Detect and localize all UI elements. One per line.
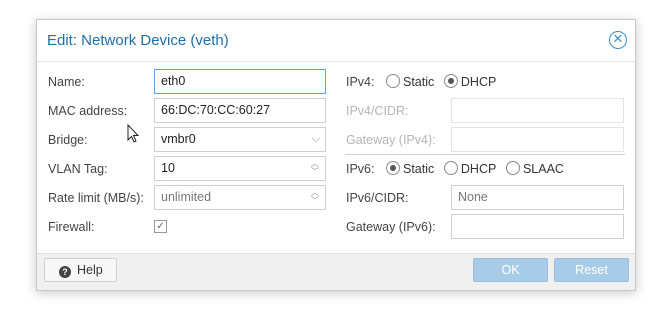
ipv6-dhcp-label: DHCP bbox=[460, 162, 497, 176]
dialog-title: Edit: Network Device (veth) bbox=[47, 32, 229, 49]
dialog-footer: ? Help OK Reset bbox=[37, 253, 635, 290]
ipv4-label: IPv4: bbox=[346, 75, 375, 89]
ipv6-static-radio[interactable] bbox=[386, 161, 400, 175]
help-button-label: Help bbox=[77, 263, 103, 277]
close-icon[interactable]: ✕ bbox=[609, 31, 627, 49]
ipv6-slaac-radio[interactable] bbox=[505, 161, 520, 175]
ipv4-dhcp-label: DHCP bbox=[460, 75, 497, 89]
help-button[interactable]: ? Help bbox=[44, 258, 117, 282]
gateway-ipv4-input[interactable] bbox=[451, 127, 624, 152]
ipv4-cidr-label: IPv4/CIDR: bbox=[346, 104, 409, 118]
ipv6-cidr-input[interactable]: None bbox=[451, 185, 624, 210]
vlan-tag-value: 10 bbox=[161, 161, 175, 175]
ipv4-cidr-input[interactable] bbox=[451, 98, 624, 123]
vlan-tag-label: VLAN Tag: bbox=[48, 162, 108, 176]
ok-button[interactable]: OK bbox=[473, 258, 548, 282]
ipv4-static-radio[interactable] bbox=[386, 74, 400, 88]
ipv6-slaac-label: SLAAC bbox=[522, 162, 564, 176]
firewall-checkbox[interactable]: ✓ bbox=[154, 220, 167, 233]
firewall-label: Firewall: bbox=[48, 220, 95, 234]
spinner-icon[interactable]: ︿ ﹀ bbox=[310, 189, 320, 205]
chevron-down-icon[interactable]: ⌵ bbox=[312, 128, 320, 151]
name-label: Name: bbox=[48, 75, 85, 89]
bridge-value: vmbr0 bbox=[161, 132, 196, 146]
ipv6-static-label: Static bbox=[403, 162, 435, 176]
mac-address-input[interactable]: 66:DC:70:CC:60:27 bbox=[154, 98, 326, 123]
rate-limit-stepper[interactable]: unlimited ︿ ﹀ bbox=[154, 185, 326, 210]
gateway-ipv4-label: Gateway (IPv4): bbox=[346, 133, 436, 147]
vlan-tag-stepper[interactable]: 10 ︿ ﹀ bbox=[154, 156, 326, 181]
ipv4-dhcp-radio[interactable] bbox=[443, 74, 458, 88]
reset-button[interactable]: Reset bbox=[554, 258, 629, 282]
gateway-ipv6-label: Gateway (IPv6): bbox=[346, 220, 436, 234]
ipv6-radio-group: Static DHCP SLAAC bbox=[386, 161, 570, 176]
rate-limit-label: Rate limit (MB/s): bbox=[48, 191, 144, 205]
rate-limit-value: unlimited bbox=[161, 190, 212, 204]
ipv6-cidr-label: IPv6/CIDR: bbox=[346, 191, 409, 205]
ipv6-label: IPv6: bbox=[346, 162, 375, 176]
mouse-cursor-icon bbox=[127, 124, 140, 143]
ipv4-static-label: Static bbox=[403, 75, 435, 89]
mac-address-label: MAC address: bbox=[48, 104, 128, 118]
ipv-separator bbox=[345, 154, 625, 155]
gateway-ipv6-input[interactable] bbox=[451, 214, 624, 239]
bridge-select[interactable]: vmbr0 ⌵ bbox=[154, 127, 326, 152]
spinner-icon[interactable]: ︿ ﹀ bbox=[310, 160, 320, 176]
dialog-titlebar[interactable]: Edit: Network Device (veth) ✕ bbox=[37, 20, 635, 62]
network-device-dialog: Edit: Network Device (veth) ✕ Name: eth0… bbox=[36, 19, 636, 291]
question-icon: ? bbox=[59, 266, 71, 278]
bridge-label: Bridge: bbox=[48, 133, 88, 147]
ipv4-radio-group: Static DHCP bbox=[386, 74, 502, 89]
name-input[interactable]: eth0 bbox=[154, 69, 326, 94]
ipv6-dhcp-radio[interactable] bbox=[443, 161, 458, 175]
